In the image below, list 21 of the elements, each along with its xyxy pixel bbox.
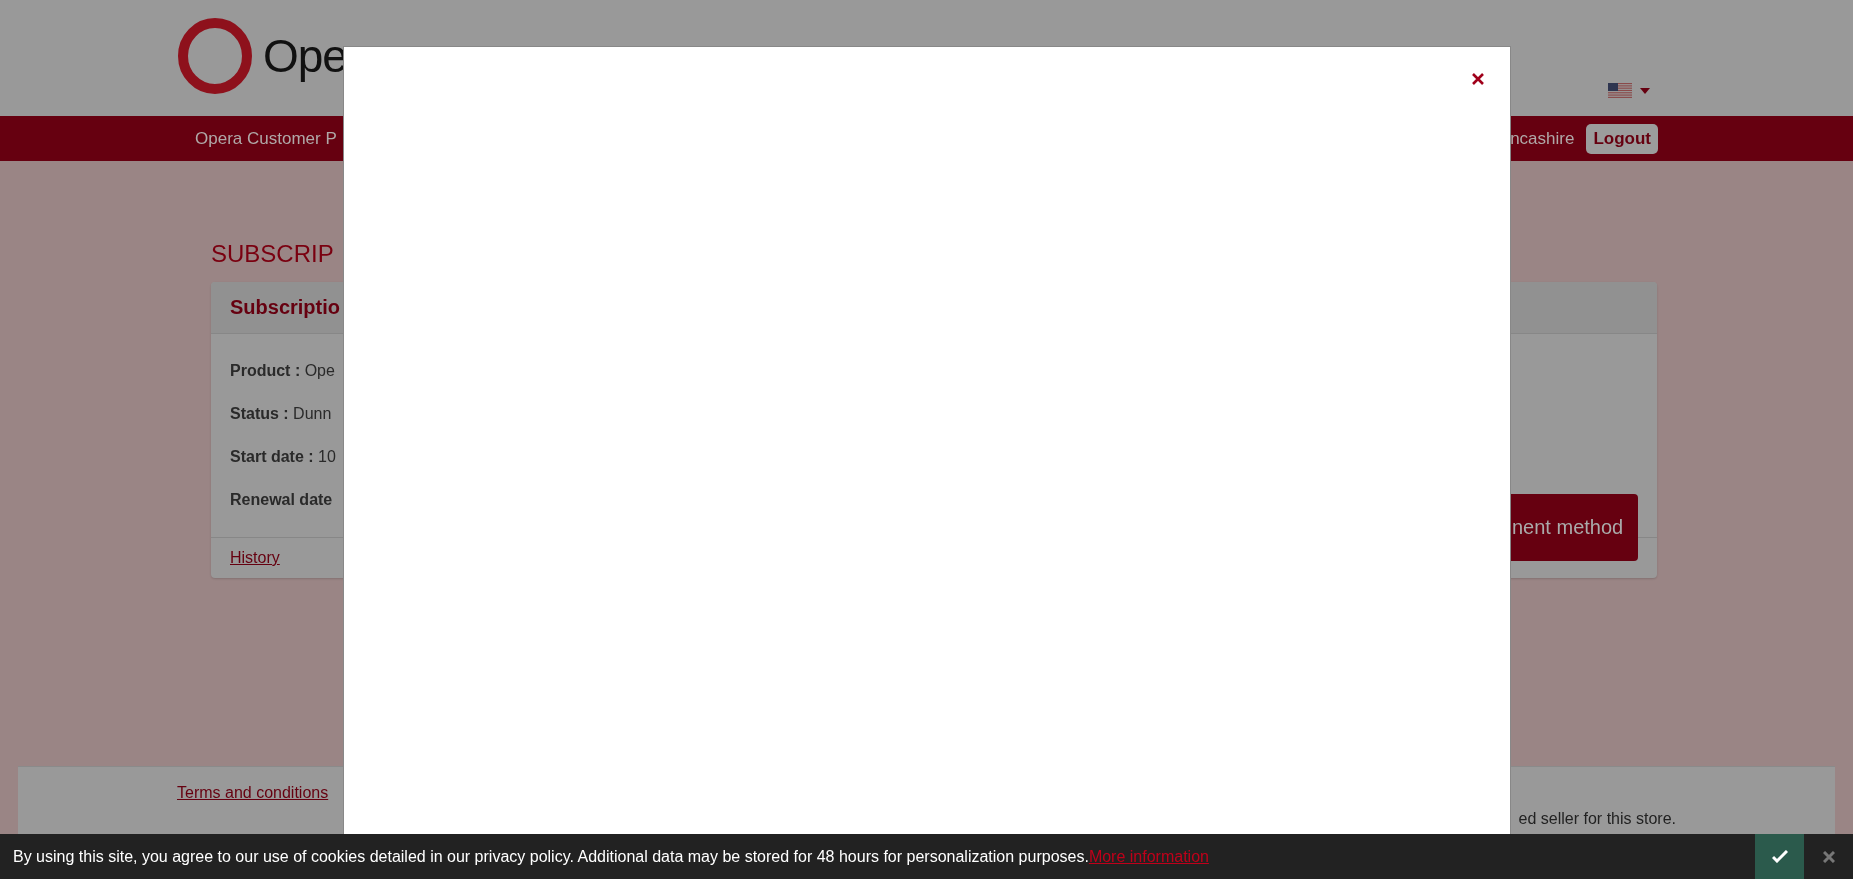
history-link[interactable]: History xyxy=(230,549,280,566)
field-text: Start date : 10 xyxy=(230,448,336,466)
caret-icon[interactable] xyxy=(1640,87,1650,94)
more-information-link[interactable]: More information xyxy=(1088,847,1209,865)
cookie-text: By using this site, you agree to our use of cookies detailed in our privacy policy. Additional data may be stored for 48 hours for personalization purposes. xyxy=(13,847,1089,865)
field-text: Status : Dunn xyxy=(230,405,333,423)
field-text: Renewal date xyxy=(230,491,334,509)
logout-button[interactable]: Logout xyxy=(1586,123,1658,154)
nav-title[interactable]: Opera Customer P xyxy=(195,128,337,149)
accept-button[interactable] xyxy=(1755,834,1804,879)
flag-icon xyxy=(1608,82,1632,99)
close-icon xyxy=(1822,850,1835,863)
user-name[interactable]: ncashire xyxy=(1510,128,1575,149)
close-icon[interactable] xyxy=(1472,73,1484,85)
seller-text: ed seller for this store. xyxy=(1518,810,1676,828)
logo-text: Ope xyxy=(263,29,347,83)
page-title: SUBSCRIP xyxy=(211,240,335,268)
logo-icon xyxy=(177,18,253,94)
field-text: Product : Ope xyxy=(230,362,336,380)
check-icon xyxy=(1771,850,1788,863)
terms-link[interactable]: Terms and conditions xyxy=(177,784,329,802)
